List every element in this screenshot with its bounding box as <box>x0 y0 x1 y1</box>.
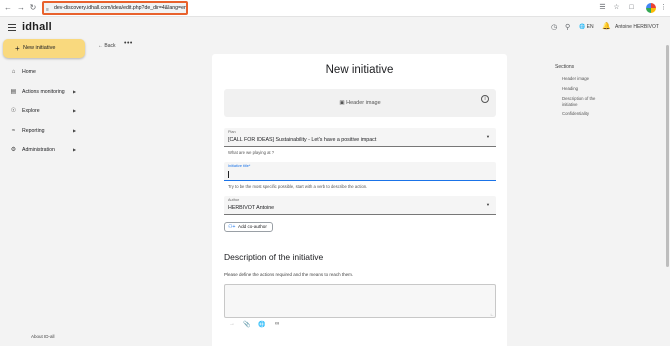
plus-icon: + <box>15 44 20 53</box>
sidebar-item-explore[interactable]: ☉ Explore ▶ <box>9 106 99 116</box>
caret-right-icon: ▶ <box>73 128 77 133</box>
sidebar-item-label: Actions monitoring <box>22 89 65 95</box>
about-link[interactable]: About ID-all <box>31 334 55 339</box>
sidebar-item-label: Home <box>22 69 36 75</box>
caret-right-icon: ▶ <box>73 147 77 152</box>
more-options-icon[interactable]: ••• <box>124 40 133 47</box>
link-icon[interactable]: ∞ <box>275 321 279 327</box>
add-coauthor-label: Add co-author <box>238 224 267 229</box>
home-icon: ⌂ <box>11 69 16 75</box>
clipboard-icon: ▤ <box>10 89 17 95</box>
section-link-heading[interactable]: Heading <box>562 86 606 92</box>
language-label: EN <box>586 24 594 30</box>
back-label: Back <box>104 43 116 49</box>
header-image-placeholder[interactable]: ▣ Header image <box>224 100 496 106</box>
forward-arrow-icon[interactable]: → <box>16 3 26 13</box>
compass-icon: ☉ <box>10 108 17 114</box>
sidebar-item-actions-monitoring[interactable]: ▤ Actions monitoring ▶ <box>9 87 99 97</box>
new-initiative-label: New initiative <box>23 45 56 51</box>
back-button[interactable]: ← Back <box>98 43 116 49</box>
dropdown-arrow-icon: ▼ <box>486 202 490 207</box>
notification-icon[interactable]: 🔔 <box>602 22 611 30</box>
header-image-label: Header image <box>346 100 381 106</box>
section-link-header-image[interactable]: Header image <box>562 76 606 82</box>
app-logo[interactable]: idhall <box>22 21 52 33</box>
section-link-confidentiality[interactable]: Confidentiality <box>562 111 606 117</box>
web-link-icon[interactable]: 🌐 <box>258 321 265 328</box>
back-arrow-icon[interactable]: ← <box>3 3 13 13</box>
sections-heading: Sections <box>555 64 575 70</box>
address-bar[interactable]: ≡ dev-discovery.idhall.com/idea/edit.php… <box>42 1 188 15</box>
reload-icon[interactable]: ↻ <box>28 3 38 13</box>
initiative-title-input[interactable]: Initiative title* <box>224 162 496 181</box>
add-user-icon: ⚇+ <box>228 224 236 230</box>
language-selector[interactable]: 🌐 EN <box>579 24 594 30</box>
text-cursor <box>228 171 229 178</box>
arrow-left-icon: ← <box>98 43 103 49</box>
resize-handle-icon[interactable]: ∟ <box>490 312 494 317</box>
sidebar-item-label: Administration <box>22 147 55 153</box>
sidebar-item-label: Explore <box>22 108 40 114</box>
description-help-text: Please define the actions required and t… <box>224 272 354 277</box>
profile-avatar[interactable] <box>646 3 656 13</box>
author-label: Author <box>228 198 240 202</box>
sidebar-item-home[interactable]: ⌂ Home <box>9 67 99 77</box>
section-link-description[interactable]: Description of the initiative <box>562 96 606 107</box>
author-select[interactable]: Author HERBIVOT Antoine ▼ <box>224 196 496 215</box>
description-heading: Description of the initiative <box>224 252 324 262</box>
translate-icon[interactable]: ☰ <box>598 3 607 12</box>
gear-icon: ⚙ <box>10 147 17 153</box>
new-initiative-button[interactable]: + New initiative <box>3 39 85 58</box>
sidebar-item-administration[interactable]: ⚙ Administration ▶ <box>9 145 99 155</box>
plan-value: [CALL FOR IDEAS] Sustainability - Let's … <box>228 137 377 143</box>
bookmark-star-icon[interactable]: ☆ <box>612 3 621 12</box>
add-coauthor-button[interactable]: ⚇+ Add co-author <box>224 222 273 232</box>
menu-icon[interactable] <box>8 24 16 32</box>
history-icon[interactable]: ◷ <box>551 23 557 31</box>
extensions-icon[interactable]: □ <box>627 3 636 12</box>
search-icon[interactable]: ⚲ <box>565 23 570 31</box>
image-icon: ▣ <box>339 100 345 106</box>
sidebar-item-label: Reporting <box>22 128 45 134</box>
chart-icon: ≈ <box>11 128 16 134</box>
arrow-right-icon: → <box>229 321 235 327</box>
page-title: New initiative <box>325 64 394 76</box>
user-name[interactable]: Antoine HERBIVOT <box>615 24 659 30</box>
author-value: HERBIVOT Antoine <box>228 205 275 211</box>
dropdown-arrow-icon: ▼ <box>486 134 490 139</box>
sidebar-item-reporting[interactable]: ≈ Reporting ▶ <box>9 126 99 136</box>
caret-right-icon: ▶ <box>73 108 77 113</box>
info-icon[interactable]: i <box>481 95 489 103</box>
initiative-title-help-text: Try to be the most specific possible, st… <box>228 184 368 189</box>
site-settings-icon[interactable]: ≡ <box>46 5 49 13</box>
scrollbar-thumb[interactable] <box>666 45 669 267</box>
url-text: dev-discovery.idhall.com/idea/edit.php?d… <box>54 5 187 11</box>
description-textarea[interactable]: ∟ <box>224 284 496 318</box>
plan-select[interactable]: Plan [CALL FOR IDEAS] Sustainability - L… <box>224 128 496 147</box>
caret-right-icon: ▶ <box>73 89 77 94</box>
globe-icon: 🌐 <box>579 24 586 30</box>
browser-menu-icon[interactable]: ⋮ <box>659 3 668 12</box>
attachment-icon[interactable]: 📎 <box>243 321 250 328</box>
plan-help-text: What are we playing at ? <box>228 150 275 155</box>
initiative-title-label: Initiative title* <box>228 164 251 168</box>
plan-label: Plan <box>228 130 236 134</box>
